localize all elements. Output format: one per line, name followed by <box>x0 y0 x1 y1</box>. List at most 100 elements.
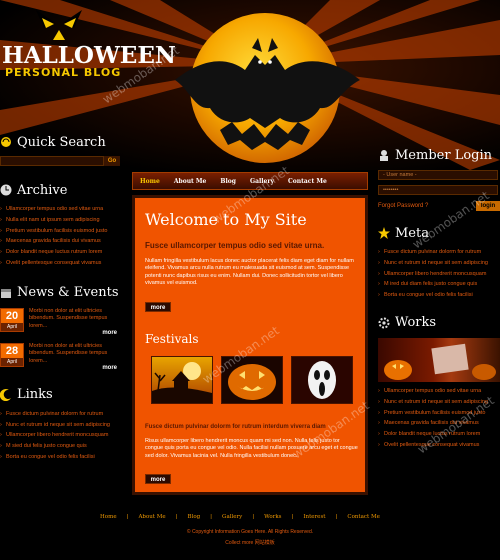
works-item[interactable]: Dolor blandit neque luctus rutrum lorem <box>378 429 500 440</box>
footer-link-about[interactable]: About Me <box>138 514 165 520</box>
member-login-title: Member Login <box>378 145 500 165</box>
festivals-subtitle: Fusce dictum pulvinar dolorm for rutrum … <box>145 424 326 430</box>
archive-item[interactable]: Ullamcorper tempus odio sed vitae urna <box>0 204 122 215</box>
welcome-text: Nullam fringilla vestibulum lacus donec … <box>145 258 354 287</box>
footer-link-gallery[interactable]: Gallery <box>222 514 242 520</box>
moon-bat-illustration <box>175 13 360 163</box>
link-item[interactable]: Ullamcorper libero hendrerit moncusquam <box>0 430 122 441</box>
moon-icon <box>0 388 12 401</box>
news-more-link[interactable]: more <box>102 330 117 338</box>
festival-image-pumpkin[interactable] <box>221 356 283 404</box>
archive-item[interactable]: Nulla elit nam ut ipsum sem adipiscing <box>0 215 122 226</box>
welcome-more-button[interactable]: more <box>145 302 171 312</box>
password-field[interactable]: •••••••• <box>378 185 498 195</box>
main-content: Welcome to My Site Fusce ullamcorper tem… <box>132 195 368 495</box>
news-month: April <box>1 322 23 331</box>
works-item[interactable]: Ovelit pellentesque consequat vivamus <box>378 440 500 451</box>
welcome-subtitle: Fusce ullamcorper tempus odio sed vitae … <box>145 241 325 250</box>
forgot-password-link[interactable]: Forgot Password ? <box>378 203 428 209</box>
username-field[interactable]: - User name - <box>378 170 498 180</box>
archive-list: Ullamcorper tempus odio sed vitae urna N… <box>0 204 122 269</box>
nav-about[interactable]: About Me <box>167 178 214 185</box>
footer-collect: Collect more 网站模板 <box>225 540 275 546</box>
links-label: Links <box>17 387 53 403</box>
quick-search-title: Quick Search <box>0 132 122 152</box>
festival-image-house[interactable] <box>151 356 213 404</box>
search-input[interactable] <box>0 156 104 166</box>
news-more-link[interactable]: more <box>102 365 117 373</box>
festivals-text: Risus ullamcorper libero hendrerit moncu… <box>145 438 358 459</box>
go-button[interactable]: Go <box>104 156 120 166</box>
archive-item[interactable]: Pretium vestibulum facilisis euismod jus… <box>0 226 122 237</box>
footer-separator: | <box>175 514 178 520</box>
archive-item[interactable]: Dolor blandit neque luctus rutrum lorem <box>0 247 122 258</box>
links-title: Links <box>0 385 122 405</box>
footer-link-blog[interactable]: Blog <box>188 514 201 520</box>
news-events-label: News & Events <box>17 285 119 301</box>
nav-home[interactable]: Home <box>133 178 167 185</box>
nav-contact[interactable]: Contact Me <box>281 178 334 185</box>
member-login-label: Member Login <box>395 147 493 163</box>
link-item[interactable]: Nunc et rutrum id neque sit sem adipisci… <box>0 420 122 431</box>
link-item[interactable]: M sied dui felis justo congue quis <box>0 441 122 452</box>
gear-icon <box>378 317 390 329</box>
footer-link-contact[interactable]: Contact Me <box>347 514 379 520</box>
nav-blog[interactable]: Blog <box>213 178 243 185</box>
login-button[interactable]: login <box>476 201 500 211</box>
main-nav: Home About Me Blog Gallery Contact Me <box>132 172 368 190</box>
footer-separator: | <box>126 514 129 520</box>
works-item[interactable]: Pretium vestibulum facilisis euismod jus… <box>378 408 500 419</box>
news-events-title: News & Events <box>0 283 122 303</box>
works-image[interactable] <box>378 337 500 382</box>
search-icon <box>0 136 12 148</box>
archive-title: Archive <box>0 180 122 200</box>
works-item[interactable]: Maecenas gravida facilisis dui vivamus <box>378 418 500 429</box>
news-day: 20 <box>5 309 19 322</box>
link-item[interactable]: Borta eu congue vel odio felis facilisi <box>0 452 122 463</box>
meta-item[interactable]: Nunc et rutrum id neque sit sem adipisci… <box>378 258 500 269</box>
calendar-icon <box>0 287 12 299</box>
footer-separator: | <box>291 514 294 520</box>
link-item[interactable]: Fusce dictum pulvinar dolorm for rutrum <box>0 409 122 420</box>
news-text: Morbi non dolor at elit ultricies bibend… <box>29 342 117 372</box>
meta-item[interactable]: Fusce dictum pulvinar dolorm for rutrum <box>378 247 500 258</box>
meta-item[interactable]: M ired dui diam felis justo congue quis <box>378 279 500 290</box>
works-label: Works <box>395 315 437 331</box>
meta-item[interactable]: Ullamcorper libero hendrerit moncusquam <box>378 269 500 280</box>
festival-image-mask[interactable] <box>291 356 353 404</box>
footer-separator: | <box>252 514 254 520</box>
meta-item[interactable]: Borta eu congue vel odio felis facilisi <box>378 290 500 301</box>
festivals-title: Festivals <box>145 332 199 346</box>
logo-title[interactable]: HALLOWEEN <box>2 42 176 69</box>
footer-separator: | <box>335 514 338 520</box>
meta-title: Meta <box>378 223 500 243</box>
footer-nav: Home | About Me | Blog | Gallery | Works… <box>100 514 380 520</box>
works-list: Ullamcorper tempus odio sed vitae urna N… <box>378 386 500 451</box>
news-date: 20 April <box>0 307 24 332</box>
login-row: Forgot Password ? login <box>378 201 500 211</box>
news-body: Morbi non dolor at elit ultricies bibend… <box>29 342 108 364</box>
clock-icon <box>0 184 12 196</box>
footer-link-works[interactable]: Works <box>264 514 281 520</box>
star-icon <box>378 227 390 239</box>
works-item[interactable]: Ullamcorper tempus odio sed vitae urna <box>378 386 500 397</box>
news-item: 28 April Morbi non dolor at elit ultrici… <box>0 342 122 372</box>
copyright: © Copyright Information Goes Here. All R… <box>186 529 314 535</box>
user-icon <box>378 149 390 161</box>
news-month: April <box>1 357 23 366</box>
archive-item[interactable]: Maecenas gravida facilisis dui vivamus <box>0 236 122 247</box>
quick-search-label: Quick Search <box>17 134 106 150</box>
works-item[interactable]: Nunc et rutrum id neque sit sem adipisci… <box>378 397 500 408</box>
news-item: 20 April Morbi non dolor at elit ultrici… <box>0 307 122 336</box>
nav-gallery[interactable]: Gallery <box>243 178 281 185</box>
news-body: Morbi non dolor at elit ultricies bibend… <box>29 307 108 329</box>
news-day: 28 <box>5 344 19 357</box>
meta-label: Meta <box>395 225 429 241</box>
archive-item[interactable]: Ovelit pellentesque consequat vivamus <box>0 258 122 269</box>
footer-link-home[interactable]: Home <box>100 514 117 520</box>
left-sidebar: Quick Search Go Archive Ullamcorper temp… <box>0 132 122 463</box>
festivals-more-button[interactable]: more <box>145 474 171 484</box>
footer-link-interest[interactable]: Interest <box>303 514 325 520</box>
cat-face-icon <box>36 10 82 40</box>
welcome-title: Welcome to My Site <box>145 210 307 229</box>
